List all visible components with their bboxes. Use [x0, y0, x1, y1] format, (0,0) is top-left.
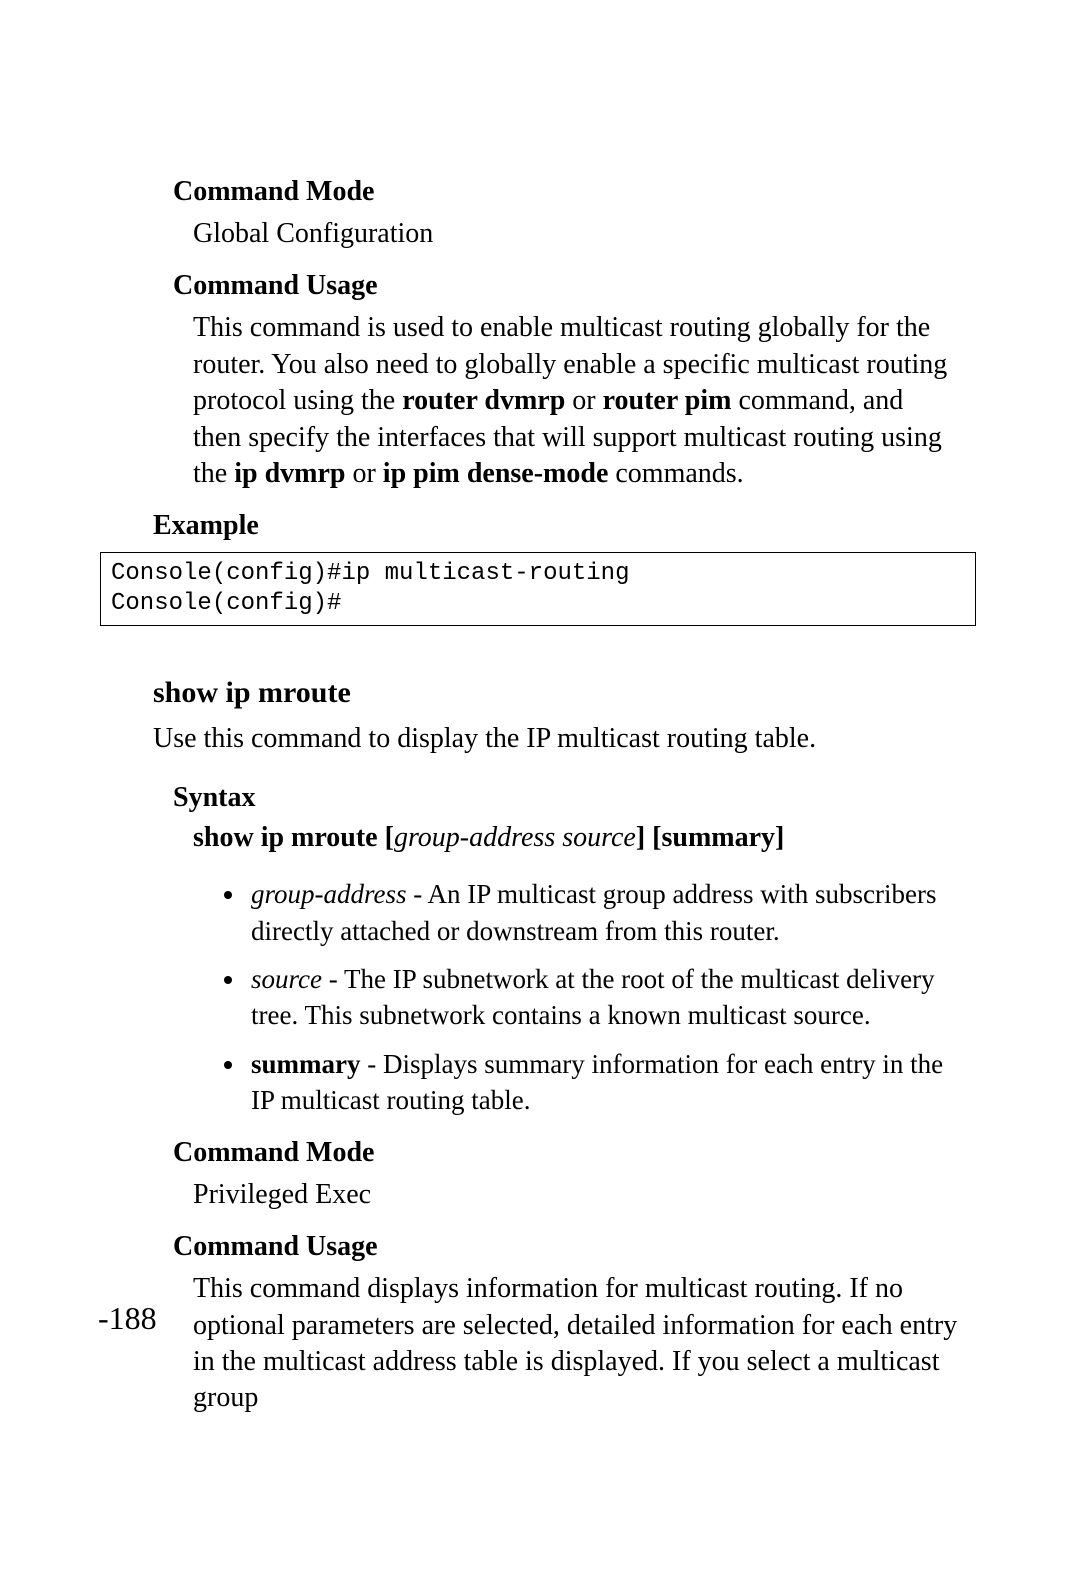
command-description: Use this command to display the IP multi… [153, 720, 958, 758]
param-sep: - [407, 879, 428, 909]
param-term: source [251, 964, 322, 994]
command-name: show ip mroute [153, 676, 978, 710]
command-mode-text-2: Privileged Exec [193, 1177, 958, 1213]
example-code-block: Console(config)#ip multicast-routing Con… [100, 552, 976, 626]
syntax-bracket-close-2: ] [775, 822, 784, 853]
list-item: summary - Displays summary information f… [247, 1046, 968, 1119]
command-mode-text-1: Global Configuration [193, 216, 958, 252]
syntax-bracket-open-1: [ [385, 822, 394, 853]
command-mode-heading-2: Command Mode [173, 1137, 978, 1169]
syntax-heading: Syntax [173, 782, 978, 814]
usage-mid-1: or [565, 385, 602, 416]
example-heading: Example [153, 510, 978, 542]
param-term: summary [251, 1049, 361, 1079]
usage-bold-2: router pim [603, 385, 732, 416]
page-content: Command Mode Global Configuration Comman… [98, 160, 978, 1435]
list-item: group-address - An IP multicast group ad… [247, 876, 968, 949]
param-sep: - [322, 964, 344, 994]
command-usage-heading-1: Command Usage [173, 270, 978, 302]
param-sep: - [361, 1049, 384, 1079]
syntax-cmd: show ip mroute [193, 822, 378, 853]
syntax-line: show ip mroute [group-address source] [s… [193, 822, 978, 854]
command-usage-text-2: This command displays information for mu… [193, 1271, 958, 1417]
command-usage-heading-2: Command Usage [173, 1231, 978, 1263]
list-item: source - The IP subnetwork at the root o… [247, 961, 968, 1034]
syntax-args: group-address source [394, 822, 636, 853]
usage-bold-3: ip dvmrp [234, 458, 345, 489]
usage-bold-4: ip pim dense-mode [383, 458, 609, 489]
usage-after: commands. [608, 458, 743, 489]
usage-mid-3: or [345, 458, 382, 489]
command-mode-heading-1: Command Mode [173, 176, 978, 208]
syntax-opt: summary [661, 822, 775, 853]
command-usage-text-1: This command is used to enable multicast… [193, 310, 958, 492]
syntax-bracket-close-1: ] [636, 822, 645, 853]
param-desc: The IP subnetwork at the root of the mul… [251, 964, 935, 1030]
parameter-list: group-address - An IP multicast group ad… [223, 876, 968, 1119]
usage-bold-1: router dvmrp [402, 385, 565, 416]
page-number: -188 [98, 1300, 157, 1337]
param-term: group-address [251, 879, 407, 909]
